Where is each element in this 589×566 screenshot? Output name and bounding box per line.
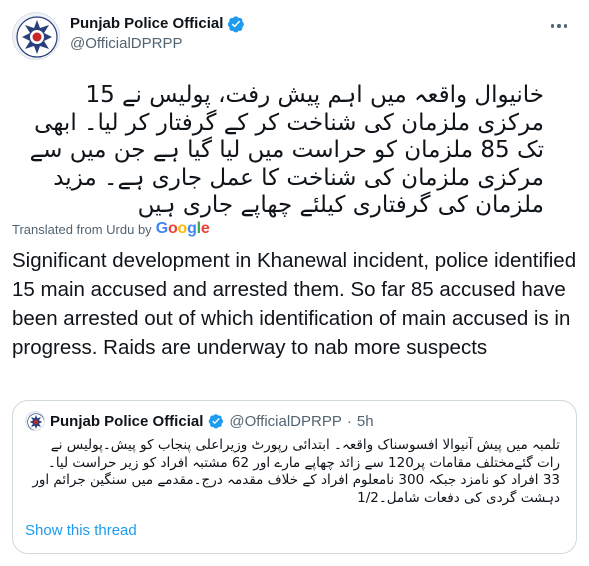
author-avatar[interactable] [12,12,60,60]
quoted-author-name: Punjab Police Official [50,412,204,430]
translation-attribution[interactable]: Translated from Urdu by Google [12,220,210,238]
verified-badge-icon [209,414,224,429]
author-info: Punjab Police Official @OfficialDPRPP [70,14,245,54]
author-handle[interactable]: @OfficialDPRPP [70,34,245,54]
police-badge-avatar-icon [16,16,58,58]
tweet-urdu-text: خانیوال واقعہ میں اہم پیش رفت، پولیس نے … [29,82,544,218]
quoted-tweet-header: Punjab Police Official @OfficialDPRPP · … [25,411,374,431]
tweet-translated-text: Significant development in Khanewal inci… [12,249,577,359]
quoted-tweet-text: تلمبہ میں پیش آنیوالا افسوسناک واقعہ۔ اب… [32,437,560,506]
show-thread-link[interactable]: Show this thread [25,522,137,539]
author-name[interactable]: Punjab Police Official [70,14,223,34]
separator-dot: · [346,412,352,430]
verified-badge-icon [228,16,245,33]
police-badge-avatar-icon [27,413,44,430]
quoted-author-handle: @OfficialDPRPP [229,412,342,430]
quoted-tweet[interactable]: Punjab Police Official @OfficialDPRPP · … [12,400,577,554]
tweet-card: Punjab Police Official @OfficialDPRPP خا… [0,0,589,566]
quoted-timestamp[interactable]: 5h [357,413,374,430]
quoted-author-avatar [25,411,45,431]
more-options-icon[interactable] [547,14,571,38]
translated-label: Translated from Urdu by [12,221,152,237]
google-logo: Google [155,220,210,237]
